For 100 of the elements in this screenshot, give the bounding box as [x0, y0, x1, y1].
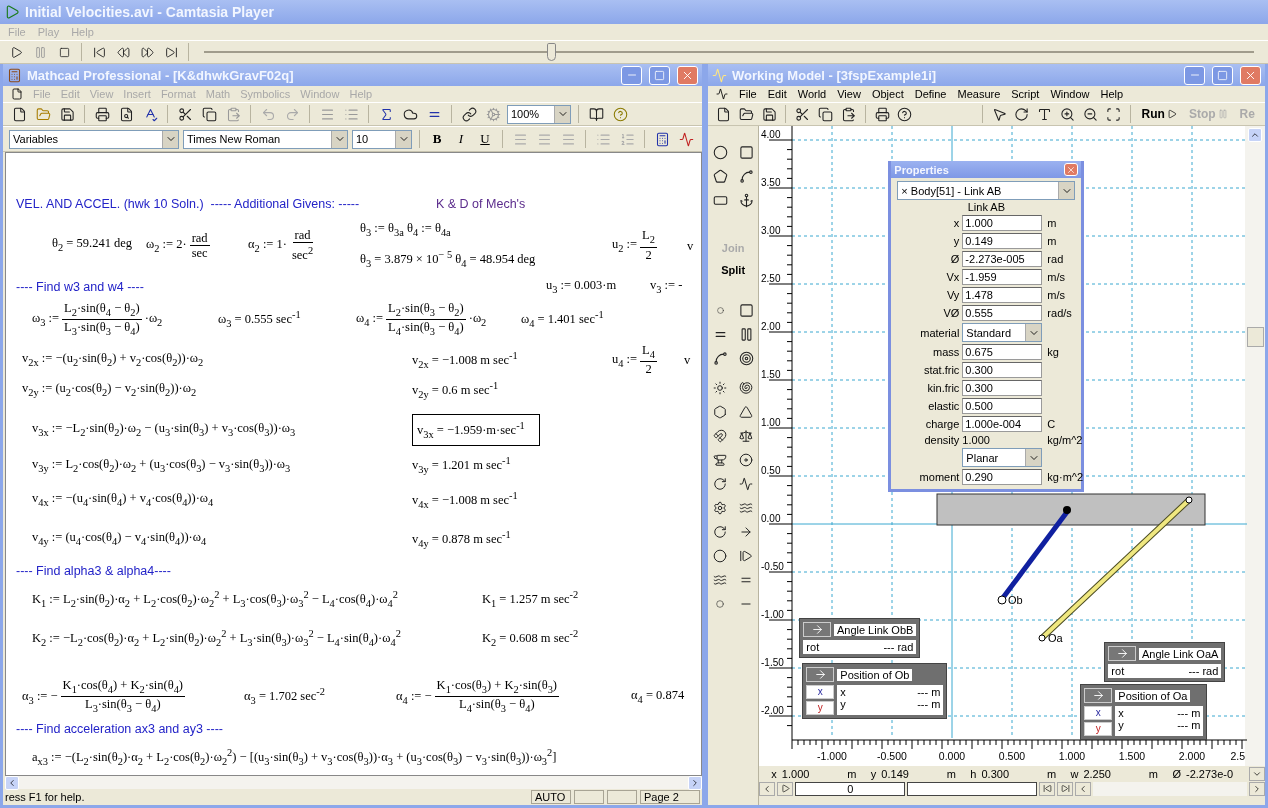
field-label: x — [952, 217, 960, 229]
meter-label: x — [840, 686, 846, 698]
field-label: moment — [918, 471, 960, 483]
coordinate-label: x — [771, 767, 777, 780]
calc-mode: AUTO — [531, 790, 571, 804]
simulation-button[interactable]: Run — [1137, 107, 1181, 121]
meter-title: Position of Oa — [1115, 689, 1191, 702]
menu-item[interactable]: Edit — [767, 88, 787, 100]
ruler-label: 3.50 — [761, 177, 781, 188]
unit-label: rad/s — [1047, 307, 1073, 319]
ruler-label: 1.000 — [1059, 750, 1086, 762]
ruler-label: 2.50 — [761, 273, 781, 284]
dropdown[interactable]: Standard — [962, 323, 1043, 342]
style-dropdown[interactable]: Variables — [9, 129, 179, 149]
math-expression: θ$_{3}$ := θ$_{3a}$ θ$_{4}$ := θ$_{4a}$ — [360, 220, 452, 240]
unit-label: m/s — [1047, 271, 1067, 283]
coordinate-label: w — [1070, 767, 1079, 780]
math-expression: v — [687, 237, 694, 255]
menu-item[interactable]: File — [739, 88, 757, 100]
section-heading: ---- Find alpha3 & alpha4---- — [16, 564, 171, 579]
font-dropdown[interactable]: Times New Roman — [183, 129, 348, 149]
page-indicator: Page 2 — [640, 790, 700, 804]
menu-item[interactable]: Help — [1100, 88, 1124, 100]
menu-item[interactable]: View — [837, 88, 861, 100]
input-field[interactable]: 0.300 — [962, 362, 1043, 378]
math-expression: v$_{2y}$ = 0.6 m sec$^{-1}$ — [412, 379, 499, 402]
menu-item[interactable]: World — [797, 88, 827, 100]
zoom-dropdown[interactable]: 100% — [507, 104, 571, 124]
input-field[interactable]: 1.000 — [962, 215, 1043, 231]
field-label: kin.fric — [926, 382, 960, 394]
unit-label: m — [1047, 217, 1058, 229]
meter-panel[interactable]: Position of Oa x y x --- m y --- m — [1080, 684, 1208, 740]
meter-title: Angle Link ObB — [833, 623, 917, 636]
input-field[interactable]: 1.478 — [962, 287, 1043, 303]
axis-button[interactable]: y — [806, 701, 835, 715]
axis-button[interactable]: x — [806, 685, 835, 699]
input-field[interactable]: -2.273e-005 — [962, 251, 1043, 267]
input-field[interactable]: 0.290 — [962, 469, 1043, 485]
size-dropdown[interactable]: 10 — [352, 129, 412, 149]
math-expression: v$_{3}$ := - — [650, 277, 683, 297]
input-field[interactable]: 0.555 — [962, 305, 1043, 321]
menu-item[interactable]: Object — [871, 88, 904, 100]
meter-panel[interactable]: Angle Link OaA rot --- rad — [1104, 642, 1226, 682]
math-expression: v$_{2y}$ := (u$_{2}$·cos(θ$_{2}$) − v$_{2}$·sin(θ$_{2}$))·ω$_{2}$ — [22, 380, 197, 400]
ruler-label: 0.000 — [939, 750, 966, 762]
math-expression: v$_{4y}$ := (u$_{4}$·cos(θ$_{4}$) − v$_{4}$·sin(θ$_{4}$))·ω$_{4}$ — [32, 528, 207, 549]
meter-value: --- m — [1177, 719, 1201, 731]
input-field[interactable]: -1.959 — [962, 269, 1043, 285]
math-expression: α$_{3}$ = 1.702 sec$^{-2}$ — [244, 685, 325, 709]
field-label: y — [952, 235, 960, 247]
meter-panel[interactable]: Position of Ob x y x --- m y --- m — [802, 663, 948, 719]
format-button[interactable]: U — [475, 129, 495, 149]
math-expression: u$_{3}$ := 0.003·m — [546, 277, 617, 297]
palette-button[interactable]: Split — [721, 260, 746, 280]
unit-label: kg·m^2 — [1047, 471, 1085, 483]
section-heading: ---- Find w3 and w4 ---- — [16, 280, 144, 295]
selected-expression[interactable]: v$_{3x}$ = −1.959·m·sec$^{-1}$ — [412, 413, 540, 447]
input-field[interactable]: 0.500 — [962, 398, 1043, 414]
meter-label: rot — [806, 641, 820, 653]
object-name: Link AB — [967, 201, 1005, 213]
ruler-label: -1.50 — [761, 657, 785, 668]
axis-button[interactable]: y — [1084, 722, 1113, 736]
meter-value: --- m — [917, 686, 941, 698]
unit-label: m — [1045, 767, 1058, 780]
meter-label: y — [1118, 719, 1124, 731]
ruler-label: 0.50 — [761, 465, 781, 476]
axis-button[interactable]: x — [1084, 706, 1113, 720]
meter-label: x — [1118, 707, 1124, 719]
menu-item[interactable]: Measure — [957, 88, 1001, 100]
section-heading: ---- Find acceleration ax3 and ay3 ---- — [16, 721, 224, 736]
ruler-label: -0.50 — [761, 561, 785, 572]
point-label: Oa — [1048, 632, 1064, 644]
ruler-label: 1.00 — [761, 417, 781, 428]
ruler-label: 4.00 — [761, 129, 781, 140]
menu-item[interactable]: Window — [1050, 88, 1090, 100]
section-note: K & D of Mech's — [436, 197, 526, 211]
format-button[interactable]: B — [427, 129, 447, 149]
ruler-label: 0.500 — [999, 750, 1026, 762]
math-expression: v$_{3x}$ := −L$_{2}$·sin(θ$_{2}$)·ω$_{2}$ − (u$_{3}$·sin(θ$_{3}$) + v$_{3}$·cos(θ$_{3}$))·ω$_{3}$ — [32, 419, 296, 440]
input-field[interactable]: 1.000e-004 — [962, 416, 1043, 432]
menu-item[interactable]: Define — [914, 88, 947, 100]
input-field[interactable]: 0.149 — [962, 233, 1043, 249]
ruler-label: 3.00 — [761, 225, 781, 236]
unit-label: C — [1047, 418, 1057, 430]
input-field[interactable]: 0.675 — [962, 344, 1043, 360]
meter-panel[interactable]: Angle Link ObB rot --- rad — [799, 618, 921, 658]
math-expression: K$_{2}$ = 0.608 m sec$^{-2}$ — [482, 627, 579, 650]
math-expression: θ$_{2}$ = 59.241 deg — [52, 235, 133, 255]
field-label: stat.fric — [922, 364, 960, 376]
menu-item[interactable]: Script — [1011, 88, 1040, 100]
dropdown[interactable]: Planar — [962, 448, 1043, 467]
object-dropdown[interactable]: × Body[51] - Link AB — [897, 181, 1076, 200]
format-button[interactable]: I — [451, 129, 471, 149]
input-field[interactable]: 0.300 — [962, 380, 1043, 396]
ruler-label: 2.00 — [761, 321, 781, 332]
frame-field[interactable]: 0 — [795, 781, 906, 796]
meter-value: --- m — [917, 698, 941, 710]
math-expression: v$_{2x}$ := −(u$_{2}$·sin(θ$_{2}$) + v$_{2}$·cos(θ$_{2}$))·ω$_{2}$ — [22, 349, 204, 370]
meter-title: Angle Link OaA — [1138, 647, 1222, 660]
math-expression: K$_{1}$ = 1.257 m sec$^{-2}$ — [482, 588, 579, 612]
